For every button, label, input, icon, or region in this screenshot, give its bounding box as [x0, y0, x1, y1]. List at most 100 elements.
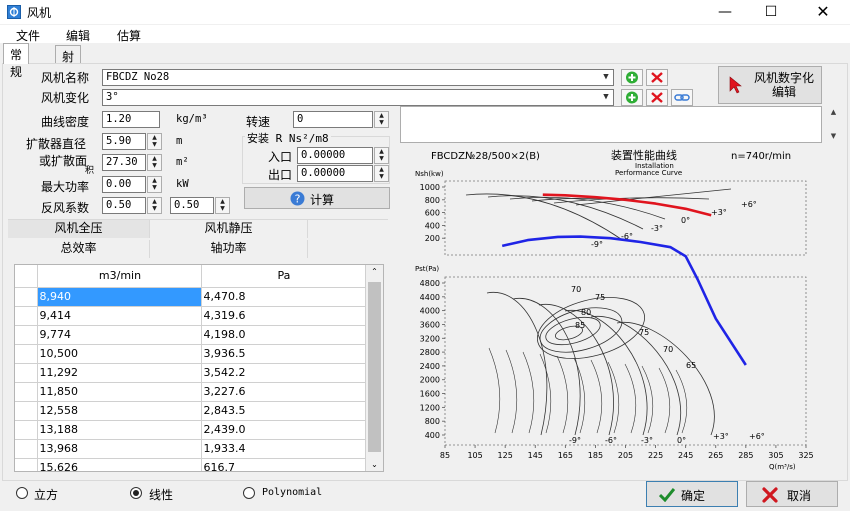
flow-cell[interactable]: 10,500 [37, 344, 202, 364]
tab-total-efficiency[interactable]: 总效率 [8, 240, 150, 258]
outlet-spinner[interactable]: ▲ ▼ [374, 165, 389, 182]
speed-input[interactable]: 0 [293, 111, 373, 128]
diffuser-diameter-spinner[interactable]: ▲ ▼ [147, 133, 162, 150]
fan-digitize-edit-button[interactable]: 风机数字化编辑 [718, 66, 822, 104]
link-change-button[interactable] [671, 89, 693, 106]
pressure-cell[interactable]: 616.7 [201, 458, 366, 471]
row-header[interactable] [15, 344, 38, 364]
inlet-spinner[interactable]: ▲ ▼ [374, 147, 389, 164]
pressure-cell[interactable]: 4,470.8 [201, 287, 366, 307]
max-power-spinner[interactable]: ▲ ▼ [147, 176, 162, 193]
pressure-cell[interactable]: 3,227.6 [201, 382, 366, 402]
diffuser-diameter-input[interactable]: 5.90 [102, 133, 146, 150]
curve-density-input[interactable]: 1.20 [102, 111, 160, 128]
row-header[interactable] [15, 382, 38, 402]
row-header[interactable] [15, 401, 38, 421]
scrollbar-thumb[interactable] [368, 282, 381, 452]
flow-cell[interactable]: 13,188 [37, 420, 202, 440]
close-button[interactable]: ✕ [800, 0, 846, 24]
description-scrollbar[interactable]: ▲ ▼ [825, 106, 842, 143]
scroll-down-icon[interactable]: ⌄ [366, 460, 383, 469]
spin-up-icon[interactable]: ▲ [375, 148, 388, 155]
fan-change-combo[interactable]: 3° ▼ [102, 89, 614, 106]
table-row[interactable]: 10,500 3,936.5 [15, 344, 366, 364]
row-header[interactable] [15, 306, 38, 326]
menu-estimate[interactable]: 估算 [117, 27, 141, 44]
table-row[interactable]: 9,774 4,198.0 [15, 325, 366, 345]
pressure-cell[interactable]: 2,439.0 [201, 420, 366, 440]
row-header[interactable] [15, 458, 38, 471]
spin-down-icon[interactable]: ▼ [148, 184, 161, 191]
pressure-cell[interactable]: 3,542.2 [201, 363, 366, 383]
spin-down-icon[interactable]: ▼ [148, 205, 161, 212]
curve-data-grid[interactable]: m3/min Pa 8,940 4,470.8 9,414 4,319.6 9,774 4… [14, 264, 384, 472]
table-row[interactable]: 12,558 2,843.5 [15, 401, 366, 421]
menu-file[interactable]: 文件 [16, 27, 40, 44]
pressure-cell[interactable]: 1,933.4 [201, 439, 366, 459]
backflow-coefficient-input-1[interactable]: 0.50 [102, 197, 146, 214]
inlet-input[interactable]: 0.00000 [297, 147, 373, 164]
delete-change-button[interactable] [646, 89, 668, 106]
flow-cell[interactable]: 15,626 [37, 458, 202, 471]
max-power-input[interactable]: 0.00 [102, 176, 146, 193]
maximize-button[interactable]: ☐ [748, 0, 794, 24]
table-row[interactable]: 15,626 616.7 [15, 458, 366, 471]
spin-up-icon[interactable]: ▲ [148, 155, 161, 162]
row-header[interactable] [15, 363, 38, 383]
backflow-spinner-1[interactable]: ▲ ▼ [147, 197, 162, 214]
radio-linear[interactable] [130, 487, 142, 499]
radio-cubic[interactable] [16, 487, 28, 499]
tab-total-pressure[interactable]: 风机全压 [8, 220, 150, 238]
speed-spinner[interactable]: ▲ ▼ [374, 111, 389, 128]
spin-up-icon[interactable]: ▲ [375, 166, 388, 173]
backflow-spinner-2[interactable]: ▲ ▼ [215, 197, 230, 214]
description-textarea[interactable] [400, 106, 822, 143]
table-row[interactable]: 13,188 2,439.0 [15, 420, 366, 440]
column-header-flow[interactable]: m3/min [37, 265, 202, 288]
table-row[interactable]: 11,292 3,542.2 [15, 363, 366, 383]
table-row[interactable]: 8,940 4,470.8 [15, 287, 366, 307]
fan-name-combo[interactable]: FBCDZ No28 ▼ [102, 69, 614, 86]
minimize-button[interactable]: — [702, 0, 748, 24]
pressure-cell[interactable]: 4,319.6 [201, 306, 366, 326]
tab-static-pressure[interactable]: 风机静压 [150, 220, 308, 238]
row-header[interactable] [15, 325, 38, 345]
spin-down-icon[interactable]: ▼ [148, 162, 161, 169]
flow-cell[interactable]: 11,292 [37, 363, 202, 383]
tab-shaft-power[interactable]: 轴功率 [150, 240, 308, 258]
scroll-up-icon[interactable]: ⌃ [366, 267, 383, 276]
flow-cell[interactable]: 8,940 [37, 287, 202, 307]
ok-button[interactable]: 确定 [646, 481, 738, 507]
flow-cell[interactable]: 12,558 [37, 401, 202, 421]
diffuser-area-input[interactable]: 27.30 [102, 154, 146, 171]
radio-polynomial[interactable] [243, 487, 255, 499]
flow-cell[interactable]: 13,968 [37, 439, 202, 459]
spin-down-icon[interactable]: ▼ [375, 155, 388, 162]
cancel-button[interactable]: 取消 [746, 481, 838, 507]
spin-up-icon[interactable]: ▲ [148, 198, 161, 205]
flow-cell[interactable]: 9,774 [37, 325, 202, 345]
delete-fan-button[interactable] [646, 69, 668, 86]
chevron-down-icon[interactable]: ▼ [599, 70, 613, 85]
flow-cell[interactable]: 11,850 [37, 382, 202, 402]
column-header-pressure[interactable]: Pa [201, 265, 366, 288]
spin-down-icon[interactable]: ▼ [375, 173, 388, 180]
table-row[interactable]: 13,968 1,933.4 [15, 439, 366, 459]
spin-down-icon[interactable]: ▼ [148, 141, 161, 148]
add-change-button[interactable] [621, 89, 643, 106]
outlet-input[interactable]: 0.00000 [297, 165, 373, 182]
tab-jet-fan[interactable]: 射流风机 [55, 45, 82, 115]
chevron-down-icon[interactable]: ▼ [599, 90, 613, 105]
pressure-cell[interactable]: 4,198.0 [201, 325, 366, 345]
grid-scrollbar[interactable]: ⌃ ⌄ [366, 265, 383, 471]
spin-up-icon[interactable]: ▲ [148, 134, 161, 141]
table-row[interactable]: 11,850 3,227.6 [15, 382, 366, 402]
spin-down-icon[interactable]: ▼ [216, 205, 229, 212]
spin-up-icon[interactable]: ▲ [148, 177, 161, 184]
spin-up-icon[interactable]: ▲ [216, 198, 229, 205]
add-fan-button[interactable] [621, 69, 643, 86]
backflow-coefficient-input-2[interactable]: 0.50 [170, 197, 214, 214]
spin-up-icon[interactable]: ▲ [375, 112, 388, 119]
spin-down-icon[interactable]: ▼ [375, 119, 388, 126]
row-header[interactable] [15, 420, 38, 440]
